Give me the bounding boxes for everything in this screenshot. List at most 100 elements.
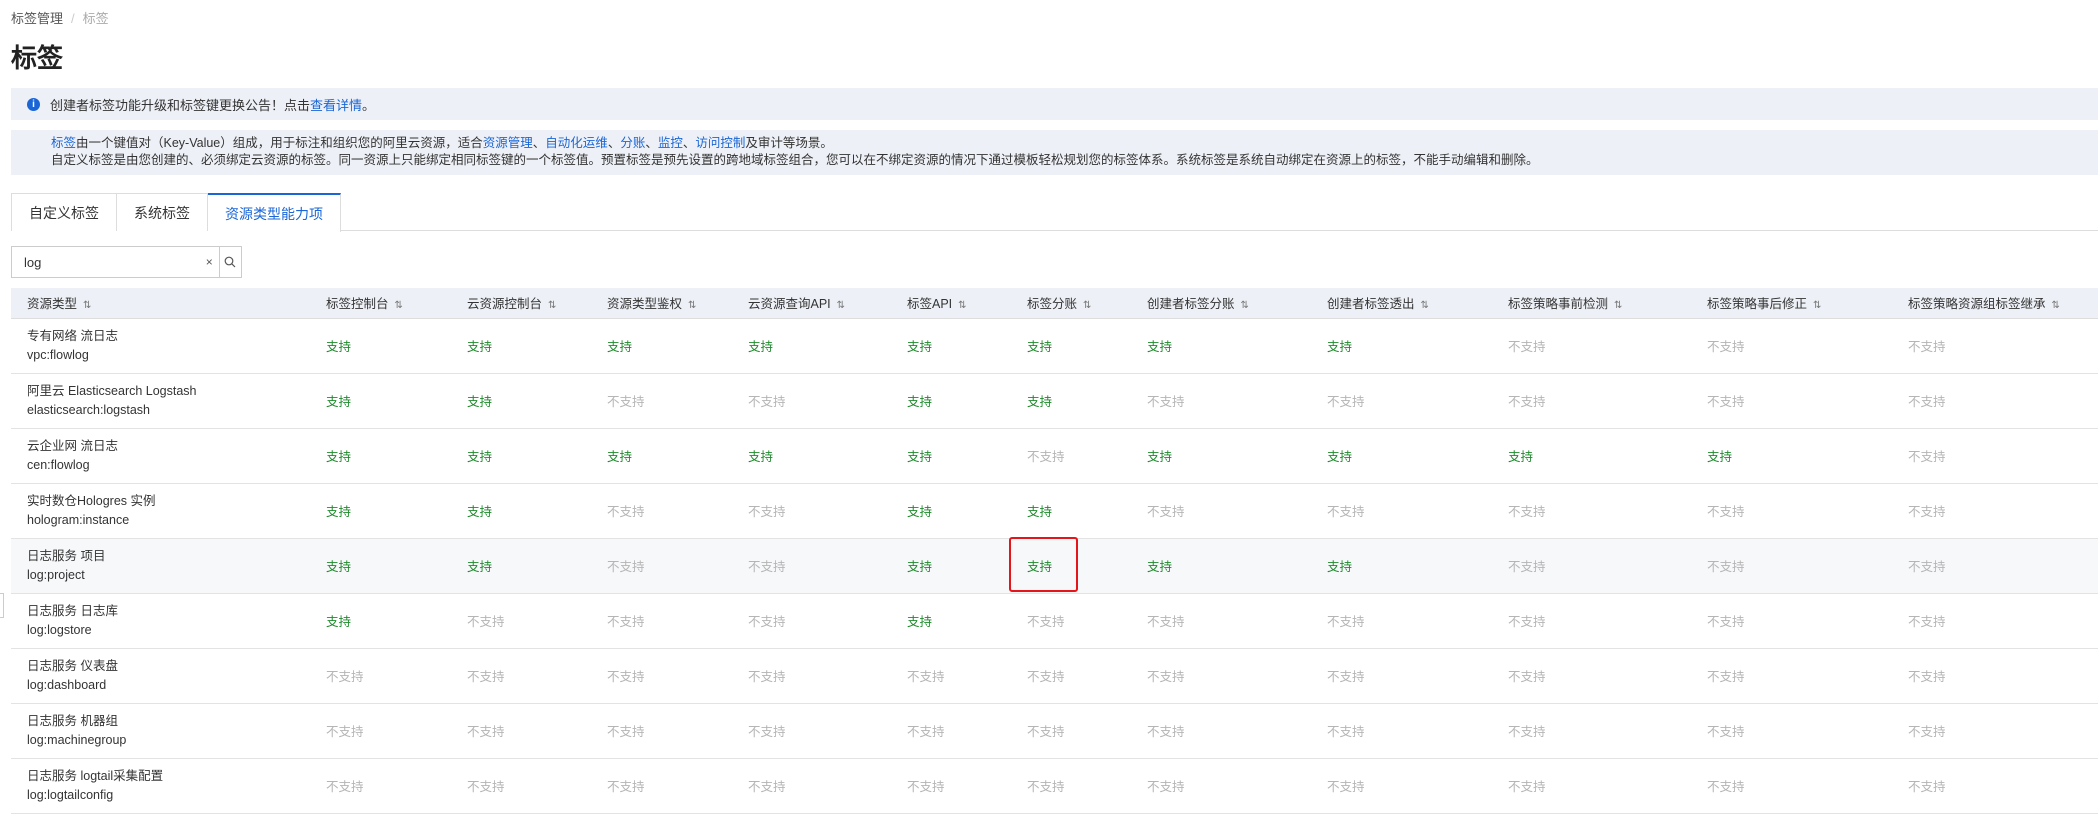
resource-code: log:logtailconfig (27, 787, 114, 802)
tab-bar: 自定义标签 系统标签 资源类型能力项 (11, 193, 2098, 232)
capability-cell: 不支持 (1892, 373, 2098, 429)
notice-text: 创建者标签功能升级和标签键更换公告！点击 (50, 97, 311, 113)
column-header: 资源类型鉴权 ⇅ (591, 288, 732, 319)
capability-cell: 支持 (891, 373, 1011, 429)
search-box: × (11, 246, 242, 278)
capability-cell: 不支持 (1691, 648, 1892, 704)
description-text: 、 (682, 136, 696, 150)
capability-cell: 不支持 (732, 703, 891, 759)
capability-cell: 不支持 (1492, 318, 1691, 374)
capability-cell: 不支持 (1011, 648, 1131, 704)
capability-cell: 不支持 (1311, 648, 1492, 704)
side-drawer-handle[interactable] (0, 593, 4, 618)
sort-icon[interactable]: ⇅ (1241, 300, 1249, 311)
capability-cell: 不支持 (732, 373, 891, 429)
sort-icon[interactable]: ⇅ (1083, 300, 1091, 311)
capability-cell: 不支持 (1691, 373, 1892, 429)
sort-icon[interactable]: ⇅ (837, 300, 845, 311)
sort-icon[interactable]: ⇅ (548, 300, 556, 311)
sort-icon[interactable]: ⇅ (1614, 300, 1622, 311)
description-link[interactable]: 自动化运维 (545, 136, 608, 150)
tab-resource-type-capabilities[interactable]: 资源类型能力项 (208, 193, 341, 232)
capability-cell: 支持 (891, 593, 1011, 649)
capability-cell: 不支持 (1492, 538, 1691, 594)
tag-description: 标签由一个键值对（Key-Value）组成，用于标注和组织您的阿里云资源，适合资… (11, 130, 2098, 175)
capability-cell: 不支持 (1691, 483, 1892, 539)
capability-cell: 不支持 (732, 538, 891, 594)
breadcrumb-current: 标签 (82, 11, 109, 26)
capability-cell: 不支持 (1892, 703, 2098, 759)
capability-cell: 不支持 (1131, 758, 1311, 814)
sort-icon[interactable]: ⇅ (1421, 300, 1429, 311)
capability-cell: 支持 (310, 428, 451, 484)
sort-icon[interactable]: ⇅ (1813, 300, 1821, 311)
capability-cell: 支持 (591, 318, 732, 374)
capability-cell: 支持 (451, 318, 591, 374)
resource-type-cell: 日志服务 仪表盘 log:dashboard (11, 648, 310, 704)
column-header: 创建者标签透出 ⇅ (1311, 288, 1492, 319)
column-header-label: 资源类型 (27, 297, 78, 312)
capability-cell: 不支持 (1892, 318, 2098, 374)
resource-type-cell: 日志服务 日志库 log:logstore (11, 593, 310, 649)
notice-details-link[interactable]: 查看详情 (310, 95, 362, 114)
capability-cell: 支持 (1311, 538, 1492, 594)
sort-icon[interactable]: ⇅ (688, 300, 696, 311)
capability-cell: 不支持 (1311, 373, 1492, 429)
resource-code: hologram:instance (27, 512, 130, 527)
column-header-label: 标签API (907, 297, 953, 312)
search-input[interactable] (12, 247, 200, 277)
capability-cell: 支持 (732, 428, 891, 484)
resource-code: log:project (27, 567, 85, 582)
capability-cell: 不支持 (1691, 538, 1892, 594)
sort-icon[interactable]: ⇅ (2052, 300, 2060, 311)
capability-cell: 不支持 (1311, 758, 1492, 814)
clear-icon[interactable]: × (200, 247, 219, 277)
column-header: 标签控制台 ⇅ (310, 288, 451, 319)
capability-cell: 不支持 (1492, 373, 1691, 429)
capability-cell: 支持 (891, 428, 1011, 484)
resource-code: log:logstore (27, 622, 92, 637)
column-header: 标签分账 ⇅ (1011, 288, 1131, 319)
highlight-box (1009, 537, 1078, 592)
capability-cell: 支持 (310, 593, 451, 649)
table-row: 日志服务 日志库 log:logstore 支持 不支持 不支持 不支持 支持 不支持 不支持不… (11, 593, 2098, 649)
capability-cell: 不支持 (591, 593, 732, 649)
description-link[interactable]: 访问控制 (695, 136, 745, 150)
description-link[interactable]: 监控 (658, 136, 683, 150)
capability-cell: 不支持 (1131, 373, 1311, 429)
capability-cell: 不支持 (310, 703, 451, 759)
table-row: 阿里云 Elasticsearch Logstash elasticsearch:… (11, 373, 2098, 429)
capability-cell: 不支持 (591, 483, 732, 539)
capability-cell: 不支持 (1492, 648, 1691, 704)
sort-icon[interactable]: ⇅ (958, 300, 966, 311)
sort-icon[interactable]: ⇅ (395, 300, 403, 311)
tab-custom-tags[interactable]: 自定义标签 (11, 193, 117, 231)
capability-cell: 不支持 (1011, 758, 1131, 814)
capability-cell: 支持 (310, 318, 451, 374)
sort-icon[interactable]: ⇅ (83, 300, 91, 311)
capability-cell: 不支持 (451, 648, 591, 704)
capability-cell: 不支持 (1892, 428, 2098, 484)
table-row: 专有网络 流日志 vpc:flowlog 支持 支持 支持 支持 支持 支持 支持 支持 不支持 不支… (11, 318, 2098, 374)
search-button[interactable] (218, 247, 241, 277)
capability-cell: 支持 (451, 373, 591, 429)
resource-type-cell: 云企业网 流日志 cen:flowlog (11, 428, 310, 484)
capability-cell: 支持 (1131, 428, 1311, 484)
capability-cell: 不支持 (1131, 703, 1311, 759)
capability-cell: 不支持 (1892, 758, 2098, 814)
capability-cell: 支持 (1011, 318, 1131, 374)
capability-cell: 不支持 (1691, 593, 1892, 649)
description-link[interactable]: 分账 (620, 136, 645, 150)
breadcrumb-tag-management[interactable]: 标签管理 (11, 11, 63, 26)
resource-code: cen:flowlog (27, 457, 90, 472)
column-header-label: 标签分账 (1027, 297, 1078, 312)
column-header: 标签策略事后修正 ⇅ (1691, 288, 1892, 319)
description-link[interactable]: 标签 (51, 136, 76, 150)
resource-code: elasticsearch:logstash (27, 402, 150, 417)
capability-cell: 不支持 (1492, 703, 1691, 759)
resource-name: 日志服务 项目 (27, 548, 106, 563)
description-link[interactable]: 资源管理 (483, 136, 533, 150)
capability-cell: 不支持 (1492, 593, 1691, 649)
tab-system-tags[interactable]: 系统标签 (117, 193, 208, 231)
column-header: 创建者标签分账 ⇅ (1131, 288, 1311, 319)
